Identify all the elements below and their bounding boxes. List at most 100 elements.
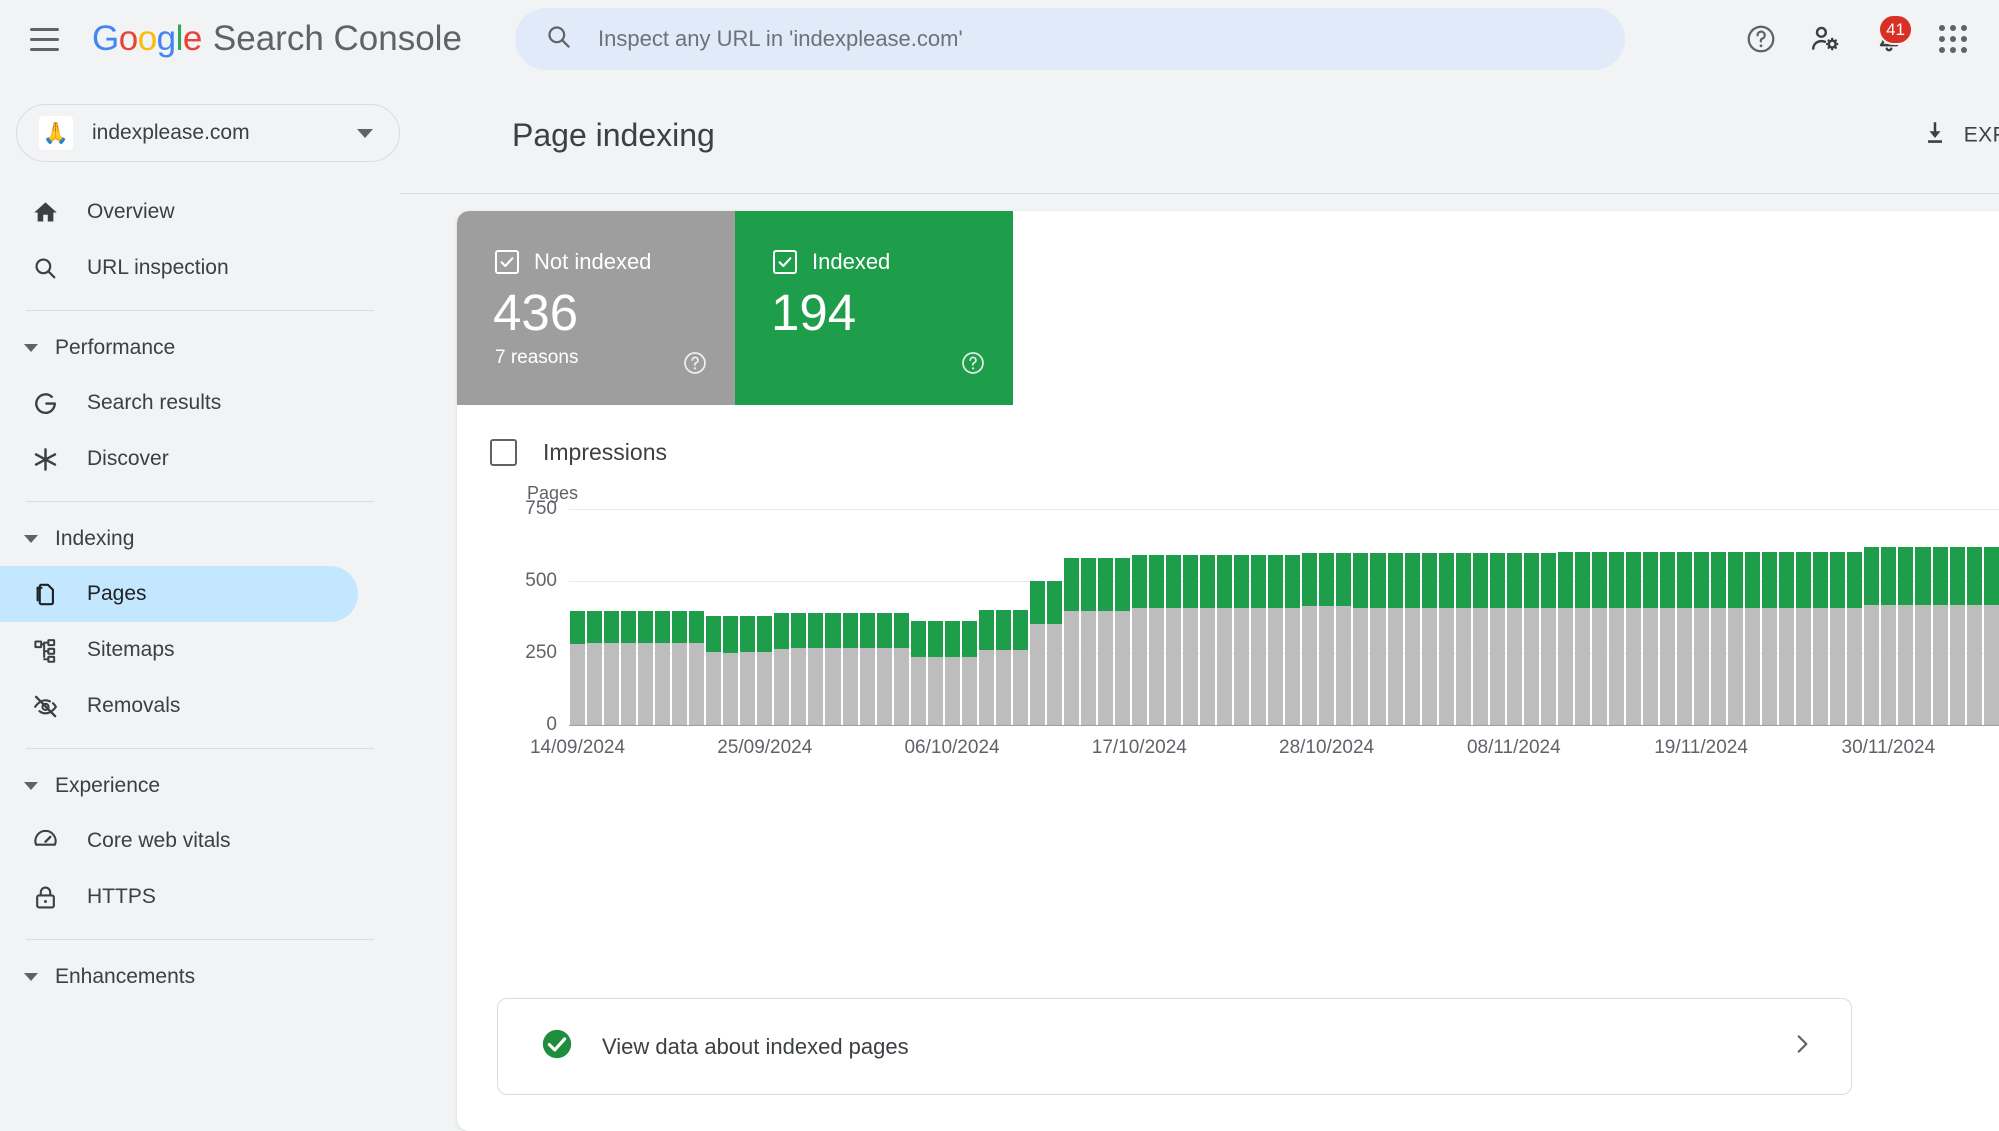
chart-bar[interactable] <box>1250 509 1267 725</box>
chart-bar[interactable] <box>927 509 944 725</box>
sidebar-item-search-results[interactable]: Search results <box>0 375 358 431</box>
chart-bar[interactable] <box>1284 509 1301 725</box>
chart-bar[interactable] <box>773 509 790 725</box>
chart-bar[interactable] <box>1846 509 1863 725</box>
search-input[interactable] <box>598 26 1538 52</box>
chart-bar[interactable] <box>1897 509 1914 725</box>
chart-bar[interactable] <box>1472 509 1489 725</box>
chart-bar[interactable] <box>1421 509 1438 725</box>
chart-bar[interactable] <box>1182 509 1199 725</box>
url-inspection-search[interactable] <box>515 8 1625 70</box>
help-icon[interactable] <box>1733 11 1789 67</box>
sidebar-section-enhancements[interactable]: Enhancements <box>0 950 400 1004</box>
chart-bar[interactable] <box>995 509 1012 725</box>
chart-bar[interactable] <box>1591 509 1608 725</box>
export-button[interactable]: EXP <box>1920 118 1999 153</box>
chart-bar[interactable] <box>807 509 824 725</box>
sidebar-item-pages[interactable]: Pages <box>0 566 358 622</box>
sidebar-item-url-inspection[interactable]: URL inspection <box>0 240 358 296</box>
chart-bar[interactable] <box>1352 509 1369 725</box>
chart-bar[interactable] <box>1301 509 1318 725</box>
chart-bar[interactable] <box>1455 509 1472 725</box>
chart-bar[interactable] <box>654 509 671 725</box>
chart-bar[interactable] <box>739 509 756 725</box>
chart-bar[interactable] <box>1693 509 1710 725</box>
help-icon[interactable] <box>682 350 708 381</box>
chart-bar[interactable] <box>1063 509 1080 725</box>
chart-bar[interactable] <box>1795 509 1812 725</box>
chart-bar[interactable] <box>1812 509 1829 725</box>
chart-bar[interactable] <box>1131 509 1148 725</box>
chart-bar[interactable] <box>1199 509 1216 725</box>
chart-bar[interactable] <box>893 509 910 725</box>
chart-bar[interactable] <box>688 509 705 725</box>
sidebar-item-discover[interactable]: Discover <box>0 431 358 487</box>
chart-bar[interactable] <box>1676 509 1693 725</box>
chart-bar[interactable] <box>790 509 807 725</box>
indexed-checkbox[interactable] <box>773 250 797 274</box>
chart-bar[interactable] <box>1404 509 1421 725</box>
chart-bar[interactable] <box>978 509 995 725</box>
sidebar-item-removals[interactable]: Removals <box>0 678 358 734</box>
tile-indexed[interactable]: Indexed 194 <box>735 211 1013 405</box>
chart-bar[interactable] <box>637 509 654 725</box>
tile-not-indexed[interactable]: Not indexed 436 7 reasons <box>457 211 735 405</box>
chart-bar[interactable] <box>1489 509 1506 725</box>
chart-bar[interactable] <box>569 509 586 725</box>
chart-bar[interactable] <box>1983 509 1999 725</box>
chart-bar[interactable] <box>876 509 893 725</box>
chart-bar[interactable] <box>1557 509 1574 725</box>
chart-bar[interactable] <box>1966 509 1983 725</box>
notifications-bell-icon[interactable]: 41 <box>1861 11 1917 67</box>
sidebar-section-experience[interactable]: Experience <box>0 759 400 813</box>
chart-bar[interactable] <box>1029 509 1046 725</box>
sidebar-item-sitemaps[interactable]: Sitemaps <box>0 622 358 678</box>
chart-bar[interactable] <box>1932 509 1949 725</box>
chart-bar[interactable] <box>842 509 859 725</box>
sidebar-section-indexing[interactable]: Indexing <box>0 512 400 566</box>
chart-bar[interactable] <box>1863 509 1880 725</box>
chart-bar[interactable] <box>1097 509 1114 725</box>
chart-bar[interactable] <box>1625 509 1642 725</box>
chart-bar[interactable] <box>1318 509 1335 725</box>
chart-bar[interactable] <box>1778 509 1795 725</box>
chart-bar[interactable] <box>1949 509 1966 725</box>
chart-bar[interactable] <box>1335 509 1352 725</box>
brand-logo[interactable]: Google Search Console <box>92 19 462 59</box>
chart-bar[interactable] <box>1216 509 1233 725</box>
chart-bar[interactable] <box>1642 509 1659 725</box>
chart-bar[interactable] <box>603 509 620 725</box>
impressions-toggle[interactable]: Impressions <box>457 405 1999 466</box>
chart-bar[interactable] <box>620 509 637 725</box>
chart-bar[interactable] <box>671 509 688 725</box>
chart-bar[interactable] <box>824 509 841 725</box>
chart-bar[interactable] <box>1438 509 1455 725</box>
chart-bar[interactable] <box>1608 509 1625 725</box>
chart-bar[interactable] <box>859 509 876 725</box>
chart-bar[interactable] <box>1829 509 1846 725</box>
chart-bar[interactable] <box>1114 509 1131 725</box>
chart-bar[interactable] <box>944 509 961 725</box>
chart-bar[interactable] <box>705 509 722 725</box>
chart-bar[interactable] <box>1727 509 1744 725</box>
chart-bar[interactable] <box>1080 509 1097 725</box>
hamburger-menu-icon[interactable] <box>18 13 70 65</box>
chart-bar[interactable] <box>1165 509 1182 725</box>
chart-bar[interactable] <box>1506 509 1523 725</box>
chart-bar[interactable] <box>1914 509 1931 725</box>
chart-bar[interactable] <box>1012 509 1029 725</box>
chart-bar[interactable] <box>1523 509 1540 725</box>
chart-bar[interactable] <box>910 509 927 725</box>
sidebar-section-performance[interactable]: Performance <box>0 321 400 375</box>
chart-bar[interactable] <box>1148 509 1165 725</box>
chart-bar[interactable] <box>1744 509 1761 725</box>
account-settings-icon[interactable] <box>1797 11 1853 67</box>
impressions-checkbox[interactable] <box>490 439 517 466</box>
sidebar-item-overview[interactable]: Overview <box>0 184 358 240</box>
chart-bar[interactable] <box>1880 509 1897 725</box>
chart-bar[interactable] <box>756 509 773 725</box>
chart-bar[interactable] <box>1046 509 1063 725</box>
chart-bar[interactable] <box>1387 509 1404 725</box>
view-indexed-pages-row[interactable]: View data about indexed pages <box>497 998 1852 1095</box>
google-apps-icon[interactable] <box>1925 11 1981 67</box>
